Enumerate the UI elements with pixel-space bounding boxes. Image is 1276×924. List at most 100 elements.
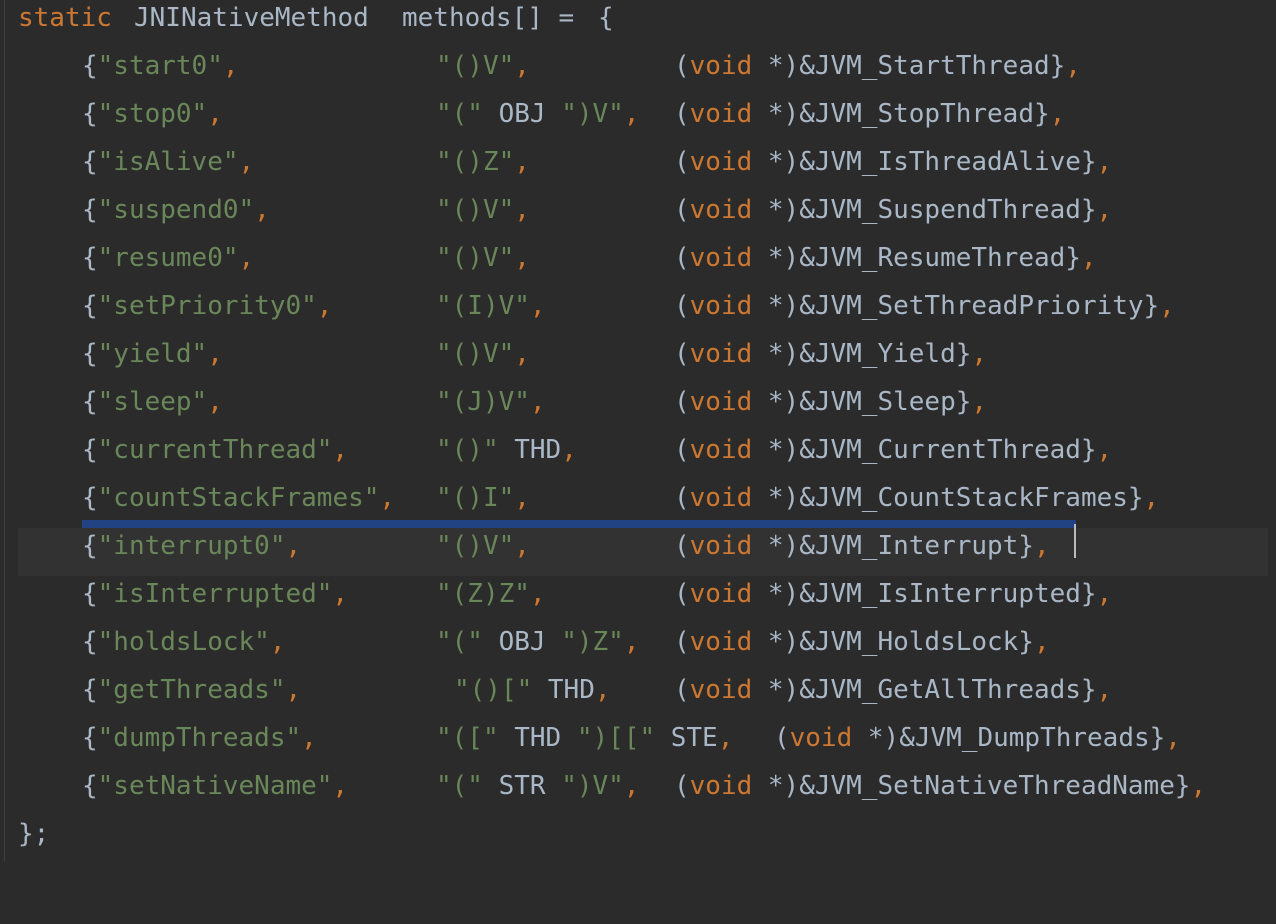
code-line-entry[interactable]: {"setPriority0", "(I)V",(void *) &JVM_SetT… (18, 288, 1268, 336)
comma: , (1096, 435, 1113, 465)
cast-pointer: *) (752, 51, 800, 81)
code-line-entry[interactable]: {"stop0", "(" OBJ ")V", (void *) &JVM_StopT… (18, 96, 1268, 144)
entry-close-brace: } (1149, 723, 1166, 753)
cast-open-paren: ( (674, 51, 690, 81)
method-name-string: "start0" (97, 51, 223, 81)
entry-close-brace: } (1049, 51, 1066, 81)
signature-string: "()V" (436, 243, 515, 273)
keyword-void: void (689, 483, 753, 513)
signature-string: "(" (436, 627, 483, 657)
comma: , (623, 627, 640, 657)
entry-open-brace: { (82, 483, 98, 513)
code-editor[interactable]: static JNINativeMethod methods[] = { {"s… (18, 0, 1268, 864)
cast-open-paren: ( (674, 195, 690, 225)
cast-open-paren: ( (674, 147, 690, 177)
code-line-entry[interactable]: {"suspend0", "()V",(void *) &JVM_SuspendTh… (18, 192, 1268, 240)
comma: , (207, 339, 223, 369)
keyword-void: void (689, 147, 753, 177)
entry-close-brace: } (955, 339, 972, 369)
comma: , (1096, 195, 1113, 225)
signature-string: "(Z)Z" (436, 579, 530, 609)
comma: , (514, 51, 530, 81)
signature-string: "()V" (436, 339, 515, 369)
signature-string: "()Z" (436, 147, 515, 177)
comma: , (1033, 531, 1050, 561)
comma: , (332, 435, 349, 465)
code-line-entry[interactable]: {"isAlive", "()Z",(void *) &JVM_IsThreadAl… (18, 144, 1268, 192)
comma: , (514, 147, 530, 177)
code-line-entry[interactable]: {"currentThread", "()" THD, (void *) &JVM_C… (18, 432, 1268, 480)
comma: , (238, 243, 255, 273)
comma: , (514, 195, 530, 225)
keyword-void: void (689, 627, 753, 657)
keyword-void: void (689, 51, 753, 81)
entry-open-brace: { (82, 339, 98, 369)
keyword-void: void (689, 579, 753, 609)
comma: , (1049, 99, 1066, 129)
signature-string: "(" (436, 99, 483, 129)
text-caret (1074, 524, 1076, 558)
comma: , (207, 387, 223, 417)
comma: , (301, 723, 317, 753)
cast-open-paren: ( (674, 771, 690, 801)
cast-open-paren: ( (674, 531, 690, 561)
signature-macro: THD (498, 723, 577, 753)
function-reference: &JVM_ResumeThread (799, 243, 1066, 273)
code-line-close[interactable]: }; (18, 816, 1268, 864)
code-line-entry[interactable]: {"dumpThreads", "([" THD ")[[" STE,(void … (18, 720, 1268, 768)
code-line-entry[interactable]: {"start0", "()V",(void *) &JVM_StartThread… (18, 48, 1268, 96)
method-name-string: "holdsLock" (97, 627, 270, 657)
method-name-string: "sleep" (97, 387, 208, 417)
keyword-void: void (689, 675, 753, 705)
entry-open-brace: { (82, 531, 98, 561)
entry-close-brace: } (1143, 291, 1160, 321)
entry-close-brace: } (1065, 243, 1081, 273)
code-line-entry[interactable]: {"holdsLock", "(" OBJ ")Z", (void *) &JVM_H… (18, 624, 1268, 672)
signature-macro: THD (498, 435, 562, 465)
code-line-entry[interactable]: {"isInterrupted", "(Z)Z",(void *) &JVM_IsI… (18, 576, 1268, 624)
function-reference: &JVM_SuspendThread (799, 195, 1081, 225)
cast-pointer: *) (752, 627, 800, 657)
entry-close-brace: } (1080, 675, 1097, 705)
method-name-string: "setPriority0" (97, 291, 317, 321)
method-name-string: "suspend0" (97, 195, 255, 225)
code-line-entry[interactable]: {"getThreads", "()[" THD, (void *) &JVM_Get… (18, 672, 1268, 720)
signature-macro: THD (532, 675, 595, 705)
code-line-header[interactable]: static JNINativeMethod methods[] = { (18, 0, 1268, 48)
comma: , (222, 51, 239, 81)
entry-open-brace: { (82, 675, 98, 705)
function-reference: &JVM_Yield (799, 339, 956, 369)
function-reference: &JVM_StartThread (799, 51, 1050, 81)
comma: , (1080, 243, 1097, 273)
signature-string: ")[[" (576, 723, 656, 753)
entry-close-brace: } (1127, 483, 1144, 513)
entry-open-brace: { (82, 627, 98, 657)
code-line-entry[interactable]: {"sleep", "(J)V",(void *) &JVM_Sleep}, (18, 384, 1268, 432)
comma: , (623, 771, 640, 801)
code-line-entry[interactable]: {"yield", "()V",(void *) &JVM_Yield}, (18, 336, 1268, 384)
signature-string: "(I)V" (436, 291, 530, 321)
editor-gutter-divider (4, 0, 5, 862)
cast-open-paren: ( (674, 291, 690, 321)
cast-pointer: *) (752, 531, 800, 561)
cast-pointer: *) (752, 771, 800, 801)
method-name-string: "setNativeName" (97, 771, 333, 801)
entry-open-brace: { (82, 723, 98, 753)
signature-string: ")V" (561, 99, 624, 129)
cast-open-paren: ( (674, 579, 690, 609)
cast-pointer: *) (752, 99, 800, 129)
code-line-entry[interactable]: {"resume0", "()V",(void *) &JVM_ResumeThre… (18, 240, 1268, 288)
entry-close-brace: } (1018, 627, 1034, 657)
entry-close-brace: } (1080, 195, 1097, 225)
function-reference: &JVM_SetThreadPriority (799, 291, 1144, 321)
cast-pointer: *) (752, 579, 800, 609)
code-line-entry-selected[interactable]: {"interrupt0", "()V",(void *) &JVM_Interru… (18, 528, 1268, 576)
entry-close-brace: } (1174, 771, 1191, 801)
signature-string: "(" (436, 771, 483, 801)
signature-string: "(J)V" (436, 387, 530, 417)
method-name-string: "countStackFrames" (97, 483, 380, 513)
code-line-entry[interactable]: {"setNativeName", "(" STR ")V", (void *) &J… (18, 768, 1268, 816)
code-line-entry[interactable]: {"countStackFrames", "()I",(void *) &JVM_C… (18, 480, 1268, 528)
signature-macro: STR (482, 771, 562, 801)
cast-pointer: *) (752, 291, 800, 321)
